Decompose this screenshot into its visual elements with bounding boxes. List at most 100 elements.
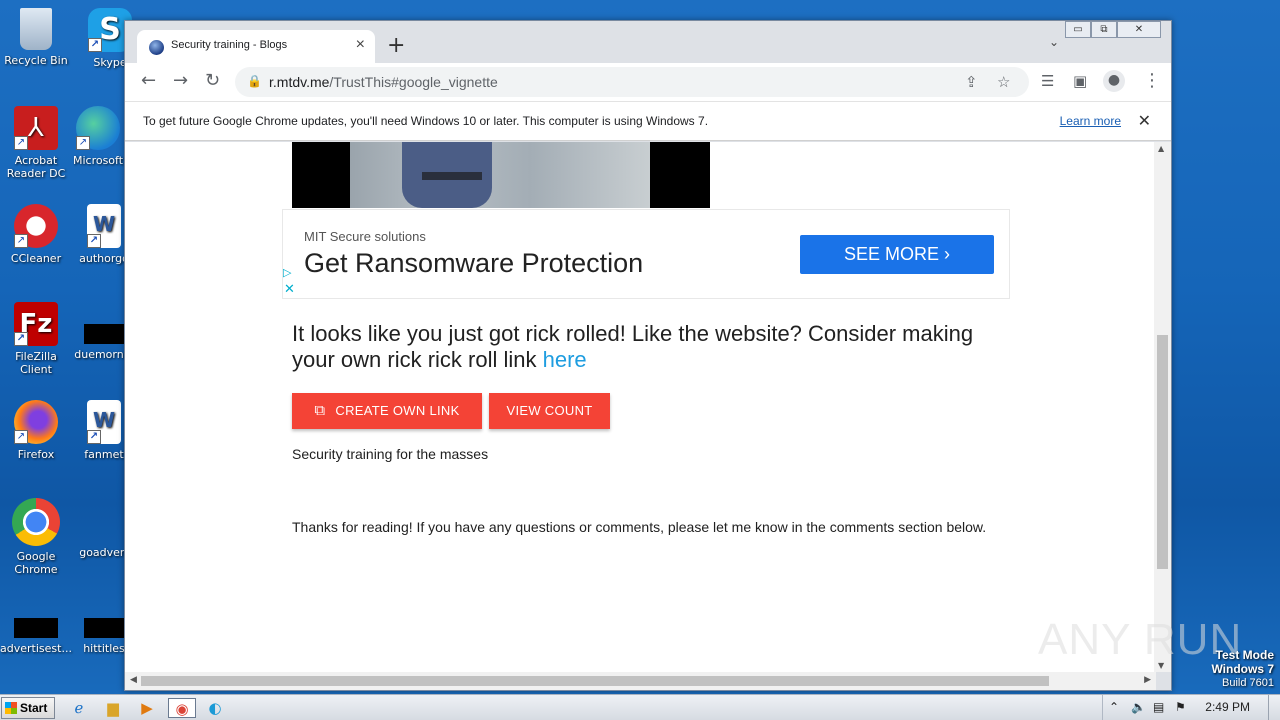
rick-roll-message: It looks like you just got rick rolled! …	[292, 321, 992, 373]
site-favicon-icon	[149, 40, 164, 55]
tab-search-chevron-icon[interactable]: ⌄	[1049, 35, 1059, 49]
reload-icon[interactable]: ↻	[205, 71, 220, 91]
ad-brand: MIT Secure solutions	[304, 229, 426, 244]
start-label: Start	[20, 701, 48, 715]
shortcut-arrow-icon: ↗	[14, 234, 28, 248]
taskbar: Start ℯ ▆ ▶ ◉ ◐ ⌃ 🔈 ▤ ⚑ 2:49 PM	[0, 694, 1280, 720]
scroll-up-icon[interactable]: ▲	[1158, 144, 1164, 153]
system-tray: ⌃ 🔈 ▤ ⚑ 2:49 PM	[1102, 695, 1280, 720]
desktop-icon-ccleaner[interactable]: ↗ CCleaner	[0, 204, 72, 265]
horizontal-scroll-thumb[interactable]	[141, 676, 1049, 686]
shortcut-arrow-icon: ↗	[87, 234, 101, 248]
learn-more-link[interactable]: Learn more	[1060, 114, 1121, 128]
taskbar-clock[interactable]: 2:49 PM	[1205, 700, 1250, 714]
create-own-link-label: CREATE OWN LINK	[335, 403, 460, 418]
restore-button[interactable]: ⧉	[1091, 21, 1117, 38]
recycle-bin-icon	[20, 8, 52, 50]
chrome-icon	[12, 498, 60, 546]
vertical-scroll-thumb[interactable]	[1157, 335, 1168, 569]
update-infobar: To get future Google Chrome updates, you…	[125, 101, 1171, 141]
page-viewport: MIT Secure solutions Get Ransomware Prot…	[125, 142, 1156, 672]
shortcut-arrow-icon: ↗	[14, 430, 28, 444]
share-icon[interactable]: ⇪	[965, 73, 978, 91]
media-player-icon[interactable]: ▶	[136, 698, 158, 718]
profile-avatar-icon[interactable]: ●	[1103, 70, 1125, 92]
horizontal-scrollbar[interactable]: ◀ ▶	[125, 672, 1156, 690]
desktop-icon-label: advertisest...	[0, 642, 72, 655]
desktop-icon-advertisest[interactable]: advertisest...	[0, 606, 72, 655]
new-tab-button[interactable]: +	[387, 33, 405, 58]
tab-security-training[interactable]: Security training - Blogs ×	[137, 30, 375, 63]
scroll-left-icon[interactable]: ◀	[130, 675, 137, 685]
taskbar-chrome-icon[interactable]: ◉	[168, 698, 196, 718]
infobar-message: To get future Google Chrome updates, you…	[143, 114, 709, 128]
side-panel-icon[interactable]: ▣	[1073, 71, 1087, 91]
desktop-icon-label: Google Chrome	[14, 550, 58, 576]
blank-file-icon	[82, 498, 126, 542]
url-path: /TrustThis#google_vignette	[329, 74, 498, 90]
start-button[interactable]: Start	[1, 697, 55, 719]
browser-toolbar: ← → ↻ 🔒 r.mtdv.me/TrustThis#google_vigne…	[125, 63, 1171, 101]
window-controls: ▭ ⧉ ✕	[1065, 21, 1161, 38]
firefox-icon: ↗	[14, 400, 58, 444]
file-explorer-icon[interactable]: ▆	[102, 698, 124, 718]
ccleaner-icon: ↗	[14, 204, 58, 248]
volume-icon[interactable]: 🔈	[1131, 700, 1146, 714]
adchoices-icon[interactable]: ▷	[283, 266, 291, 279]
video-player[interactable]	[292, 142, 710, 208]
minimize-button[interactable]: ▭	[1065, 21, 1091, 38]
ad-close-icon[interactable]: ✕	[284, 282, 295, 297]
desktop-icon-label: Firefox	[17, 448, 55, 461]
test-mode-label: Test Mode	[1215, 648, 1274, 662]
tab-close-icon[interactable]: ×	[356, 36, 365, 54]
shortcut-arrow-icon: ↗	[88, 38, 102, 52]
desktop-icon-label: FileZilla Client	[15, 350, 57, 376]
menu-kebab-icon[interactable]: ⋮	[1143, 71, 1161, 91]
reading-list-icon[interactable]: ☰	[1041, 71, 1054, 91]
vertical-scrollbar[interactable]: ▲ ▼	[1154, 142, 1171, 672]
desktop-icon-firefox[interactable]: ↗ Firefox	[0, 400, 72, 461]
desktop-icon-filezilla[interactable]: Fz ↗ FileZilla Client	[0, 302, 72, 376]
word-doc-icon: W ↗	[87, 400, 121, 444]
internet-explorer-icon[interactable]: ℯ	[68, 698, 90, 718]
shortcut-arrow-icon: ↗	[76, 136, 90, 150]
forward-arrow-icon[interactable]: →	[173, 71, 188, 91]
lock-icon[interactable]: 🔒	[247, 74, 262, 88]
external-link-icon: ⧉	[314, 402, 326, 419]
scroll-right-icon[interactable]: ▶	[1144, 675, 1151, 685]
desktop-icon-chrome[interactable]: Google Chrome	[0, 498, 72, 576]
ad-cta-label: SEE MORE	[843, 244, 939, 264]
acrobat-icon: ⅄ ↗	[14, 106, 58, 150]
network-icon[interactable]: ▤	[1153, 700, 1164, 714]
view-count-label: VIEW COUNT	[506, 403, 593, 418]
tray-expand-icon[interactable]: ⌃	[1109, 700, 1119, 714]
browser-window: Security training - Blogs × + ⌄ ▭ ⧉ ✕ ← …	[124, 20, 1172, 691]
show-desktop-button[interactable]	[1268, 695, 1280, 720]
shortcut-arrow-icon: ↗	[14, 332, 28, 346]
shortcut-arrow-icon: ↗	[87, 430, 101, 444]
rick-roll-text: It looks like you just got rick rolled! …	[292, 321, 974, 372]
action-center-flag-icon[interactable]: ⚑	[1175, 700, 1186, 714]
address-bar[interactable]: 🔒 r.mtdv.me/TrustThis#google_vignette ⇪ …	[235, 67, 1029, 97]
view-count-button[interactable]: VIEW COUNT	[489, 393, 610, 429]
ad-banner[interactable]: MIT Secure solutions Get Ransomware Prot…	[282, 209, 1010, 299]
taskbar-edge-icon[interactable]: ◐	[204, 698, 226, 718]
shortcut-arrow-icon: ↗	[14, 136, 28, 150]
here-link[interactable]: here	[543, 347, 587, 372]
back-arrow-icon[interactable]: ←	[141, 71, 156, 91]
ad-headline[interactable]: Get Ransomware Protection	[304, 248, 643, 279]
window-close-button[interactable]: ✕	[1117, 21, 1161, 38]
desktop-icon-recycle-bin[interactable]: Recycle Bin	[0, 8, 72, 67]
black-file-icon	[84, 618, 124, 638]
infobar-close-icon[interactable]: ✕	[1138, 111, 1151, 131]
tagline: Security training for the masses	[292, 446, 489, 462]
thanks-paragraph: Thanks for reading! If you have any ques…	[292, 519, 987, 535]
build-label: Build 7601	[1222, 677, 1274, 689]
word-doc-icon: W ↗	[87, 204, 121, 248]
create-own-link-button[interactable]: ⧉ CREATE OWN LINK	[292, 393, 482, 429]
desktop-icon-label: Recycle Bin	[4, 54, 68, 67]
ad-see-more-button[interactable]: SEE MORE ›	[800, 235, 994, 274]
black-file-icon	[14, 618, 58, 638]
tab-strip: Security training - Blogs × + ⌄ ▭ ⧉ ✕	[125, 21, 1171, 63]
bookmark-star-icon[interactable]: ☆	[997, 73, 1010, 91]
